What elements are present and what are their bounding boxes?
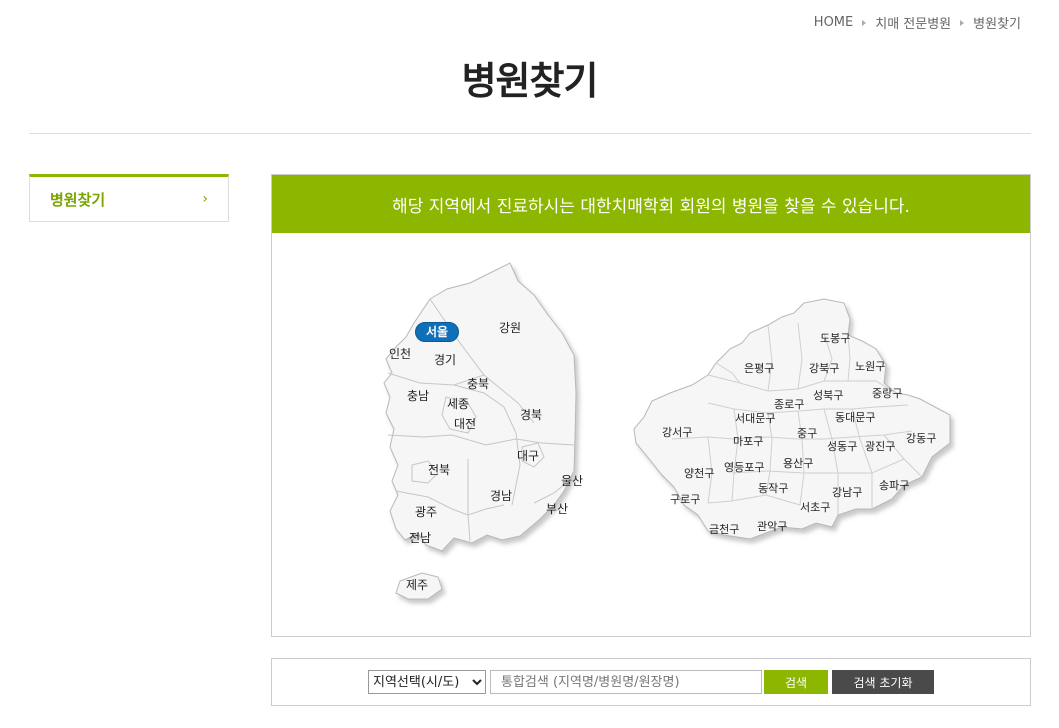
region-incheon[interactable]: 인천	[389, 347, 411, 361]
breadcrumb: HOME 치매 전문병원 병원찾기	[814, 13, 1021, 32]
district-seongbuk[interactable]: 성북구	[813, 389, 843, 402]
breadcrumb-current[interactable]: 병원찾기	[973, 13, 1021, 32]
region-seoul[interactable]: 서울	[415, 322, 460, 342]
sidebar-item-label: 병원찾기	[50, 190, 106, 209]
region-jeonbuk[interactable]: 전북	[428, 463, 450, 477]
region-ulsan[interactable]: 울산	[561, 474, 583, 488]
chevron-right-icon: ›	[202, 191, 208, 207]
district-eunpyeong[interactable]: 은평구	[744, 362, 774, 375]
region-busan[interactable]: 부산	[546, 502, 568, 516]
district-guro[interactable]: 구로구	[670, 493, 700, 506]
region-gyeonggi[interactable]: 경기	[434, 353, 456, 367]
region-chungbuk[interactable]: 충북	[467, 377, 489, 391]
sidebar-item-hospital-search[interactable]: 병원찾기 ›	[29, 174, 229, 222]
district-songpa[interactable]: 송파구	[879, 479, 909, 492]
district-gangbuk[interactable]: 강북구	[809, 362, 839, 375]
region-gangwon[interactable]: 강원	[499, 321, 521, 335]
district-seongdong[interactable]: 성동구	[827, 440, 857, 453]
region-daegu[interactable]: 대구	[517, 449, 539, 463]
district-gwangjin[interactable]: 광진구	[865, 440, 895, 453]
page-title: 병원찾기	[461, 59, 599, 103]
region-gyeongnam[interactable]: 경남	[490, 489, 512, 503]
region-gyeongbuk[interactable]: 경북	[520, 408, 542, 422]
district-mapo[interactable]: 마포구	[733, 435, 763, 448]
district-nowon[interactable]: 노원구	[855, 360, 885, 373]
region-daejeon[interactable]: 대전	[454, 417, 476, 431]
region-gwangju[interactable]: 광주	[415, 505, 437, 519]
reset-search-button[interactable]: 검색 초기화	[832, 670, 934, 694]
district-gwanak[interactable]: 관악구	[757, 520, 787, 533]
district-jungnang[interactable]: 중랑구	[872, 387, 902, 400]
info-banner: 해당 지역에서 진료하시는 대한치매학회 회원의 병원을 찾을 수 있습니다.	[272, 175, 1030, 233]
district-dongdaemun[interactable]: 동대문구	[835, 411, 875, 424]
region-chungnam[interactable]: 충남	[407, 389, 429, 403]
region-jeju[interactable]: 제주	[406, 578, 428, 592]
district-jung[interactable]: 중구	[797, 427, 817, 440]
divider	[29, 133, 1031, 134]
breadcrumb-dementia-hospital[interactable]: 치매 전문병원	[875, 13, 951, 32]
district-gangseo[interactable]: 강서구	[662, 426, 692, 439]
district-jongno[interactable]: 종로구	[774, 398, 804, 411]
district-yangcheon[interactable]: 양천구	[684, 467, 714, 480]
search-input[interactable]	[490, 670, 762, 694]
district-yeongdeungpo[interactable]: 영등포구	[724, 461, 764, 474]
region-sejong[interactable]: 세종	[447, 397, 469, 411]
map-panel: 해당 지역에서 진료하시는 대한치매학회 회원의 병원을 찾을 수 있습니다.	[271, 174, 1031, 637]
district-yongsan[interactable]: 용산구	[783, 457, 813, 470]
map-area: 서울 강원 인천 경기 충북 충남 세종 대전 경북 대구 전북 울산 경남 부…	[272, 233, 1030, 636]
district-dobong[interactable]: 도봉구	[820, 332, 850, 345]
search-button[interactable]: 검색	[764, 670, 828, 694]
district-gangdong[interactable]: 강동구	[906, 432, 936, 445]
breadcrumb-separator-icon	[862, 19, 867, 26]
breadcrumb-separator-icon	[960, 19, 965, 26]
district-gangnam[interactable]: 강남구	[832, 486, 862, 499]
district-seocho[interactable]: 서초구	[800, 501, 830, 514]
search-bar: 지역선택(시/도) 검색 검색 초기화	[271, 658, 1031, 706]
korea-map	[383, 262, 577, 600]
breadcrumb-home[interactable]: HOME	[814, 15, 853, 30]
region-jeonnam[interactable]: 전남	[409, 531, 431, 545]
region-select[interactable]: 지역선택(시/도)	[368, 670, 486, 694]
district-geumcheon[interactable]: 금천구	[709, 523, 739, 536]
district-seodaemun[interactable]: 서대문구	[735, 412, 775, 425]
district-dongjak[interactable]: 동작구	[758, 482, 788, 495]
